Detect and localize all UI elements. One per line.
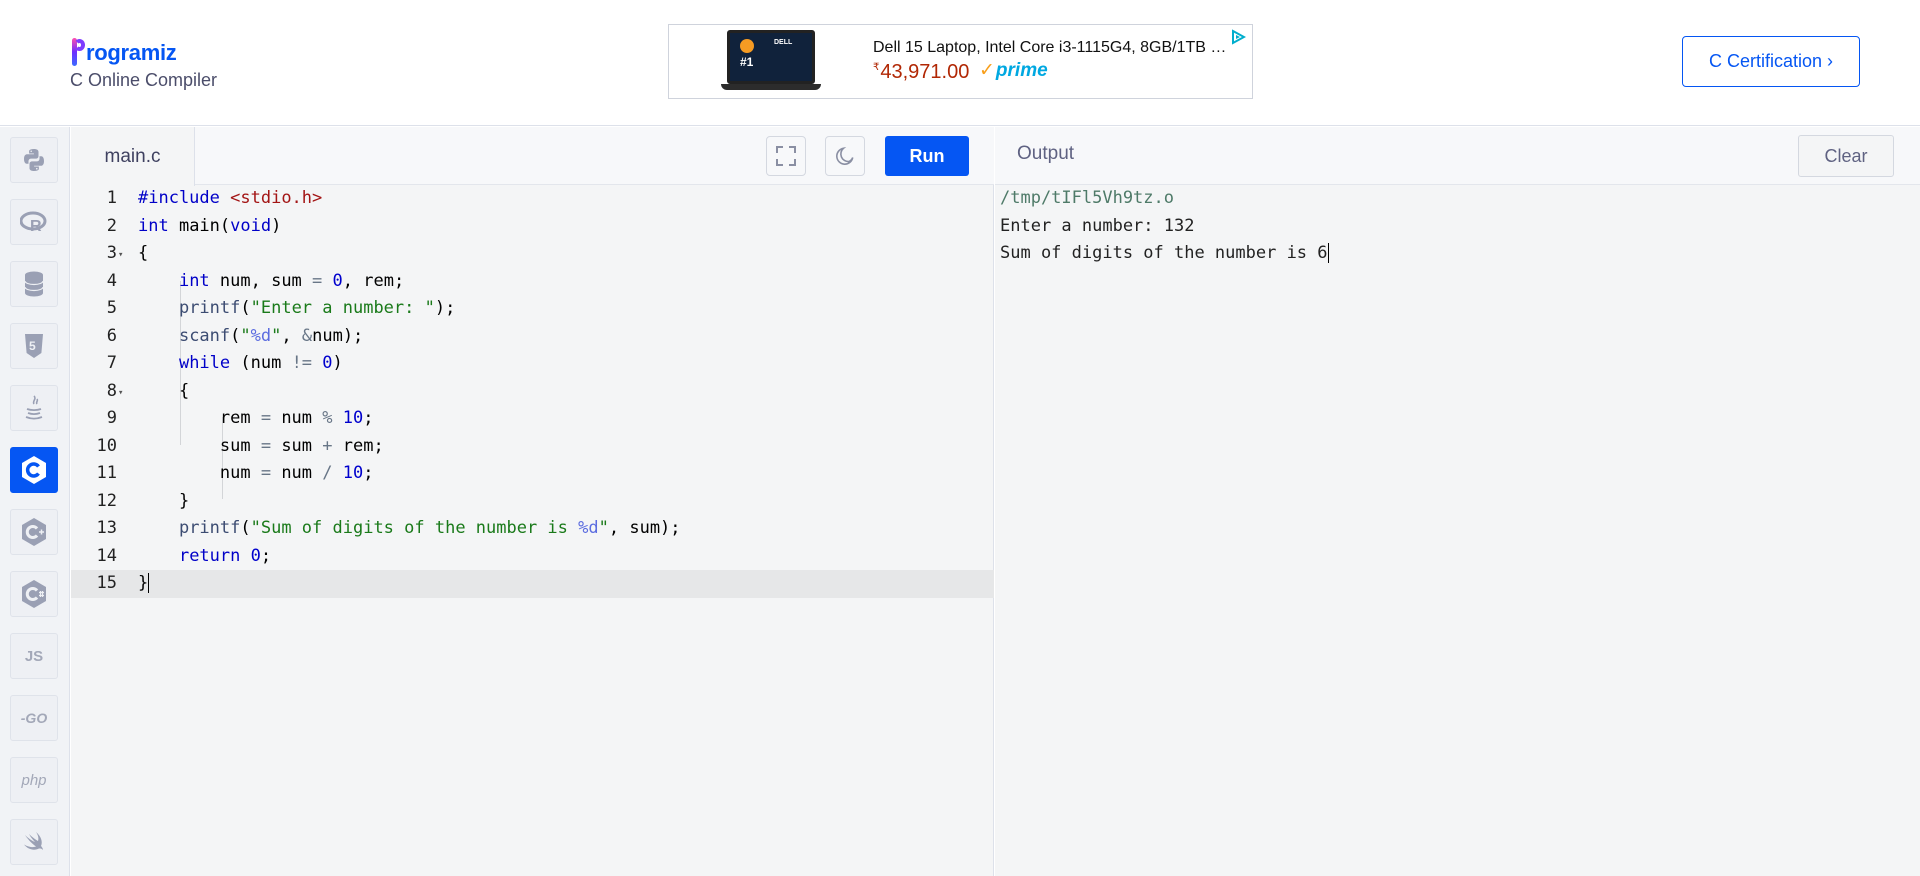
code-line[interactable]: 10 sum = sum + rem; [71,433,994,461]
sql-icon[interactable] [10,261,58,307]
run-button[interactable]: Run [885,136,969,176]
moon-icon [836,147,854,165]
code-line[interactable]: 9 rem = num % 10; [71,405,994,433]
svg-text:5: 5 [29,339,36,353]
code-line[interactable]: 8 ▾ { [71,378,994,406]
fold-arrow-icon[interactable]: ▾ [118,251,123,260]
laptop-image: #1 DELL [721,30,821,92]
prime-logo: ✓prime [979,60,1048,81]
output-toolbar: Output Clear [995,127,1920,185]
code-line[interactable]: 6 scanf("%d", &num); [71,323,994,351]
output-line: /tmp/tIFl5Vh9tz.o [1000,188,1174,208]
logo-icon [71,38,85,66]
java-icon[interactable] [10,385,58,431]
c-language-icon[interactable] [10,447,58,493]
output-line: Enter a number: 132 [1000,215,1195,236]
ad-price: ₹43,971.00 [873,61,970,83]
code-line[interactable]: 4 int num, sum = 0, rem; [71,268,994,296]
python-icon[interactable] [10,137,58,183]
output-pane: Output Clear /tmp/tIFl5Vh9tz.o Enter a n… [995,127,1920,876]
code-editor-pane: main.c Run 1 #include <stdio.h> 2 int main… [71,127,994,876]
html5-icon[interactable]: 5 [10,323,58,369]
fullscreen-icon [776,146,796,166]
csharp-icon[interactable] [10,571,58,617]
editor-toolbar: main.c Run [71,127,994,186]
page-subtitle: C Online Compiler [70,70,218,90]
c-certification-button[interactable]: C Certification › [1682,36,1860,87]
dark-mode-button[interactable] [825,136,865,176]
fold-arrow-icon[interactable]: ▾ [118,388,123,398]
javascript-icon[interactable]: JS [10,633,58,679]
output-title: Output [1017,143,1075,164]
file-tab-main-c[interactable]: main.c [71,127,195,186]
fullscreen-button[interactable] [766,136,806,176]
output-console[interactable]: /tmp/tIFl5Vh9tz.o Enter a number: 132 Su… [1000,185,1329,268]
go-icon[interactable]: -GO [10,695,58,741]
code-line[interactable]: 2 int main(void) [71,213,994,241]
code-line[interactable]: 11 num = num / 10; [71,460,994,488]
text-cursor [148,573,150,593]
svg-text:R: R [30,218,42,233]
code-area[interactable]: 1 #include <stdio.h> 2 int main(void) 3 ▾{ … [71,185,994,598]
code-line[interactable]: 3 ▾{ [71,240,994,268]
code-line[interactable]: 14 return 0; [71,543,994,571]
text-cursor [1327,243,1329,263]
code-line[interactable]: 12 } [71,488,994,516]
clear-button[interactable]: Clear [1798,135,1894,177]
ad-title[interactable]: Dell 15 Laptop, Intel Core i3-1115G4, 8G… [873,39,1243,57]
code-line[interactable]: 7 while (num != 0) [71,350,994,378]
language-sidebar: R 5 JS -GO php [0,127,70,876]
advertisement-banner[interactable]: #1 DELL Dell 15 Laptop, Intel Core i3-11… [668,24,1253,99]
output-line: Sum of digits of the number is 6 [1000,243,1329,263]
adchoices-icon[interactable] [1230,29,1246,45]
code-line[interactable]: 1 #include <stdio.h> [71,185,994,213]
code-line[interactable]: 13 printf("Sum of digits of the number i… [71,515,994,543]
r-icon[interactable]: R [10,199,58,245]
code-line-active[interactable]: 15} [71,570,994,598]
header: rogramiz C Online Compiler #1 DELL Dell … [0,0,1920,126]
code-line[interactable]: 5 printf("Enter a number: "); [71,295,994,323]
swift-icon[interactable] [10,819,58,865]
php-icon[interactable]: php [10,757,58,803]
programiz-logo[interactable]: rogramiz [71,30,177,66]
cpp-icon[interactable] [10,509,58,555]
logo-text: rogramiz [86,40,177,65]
